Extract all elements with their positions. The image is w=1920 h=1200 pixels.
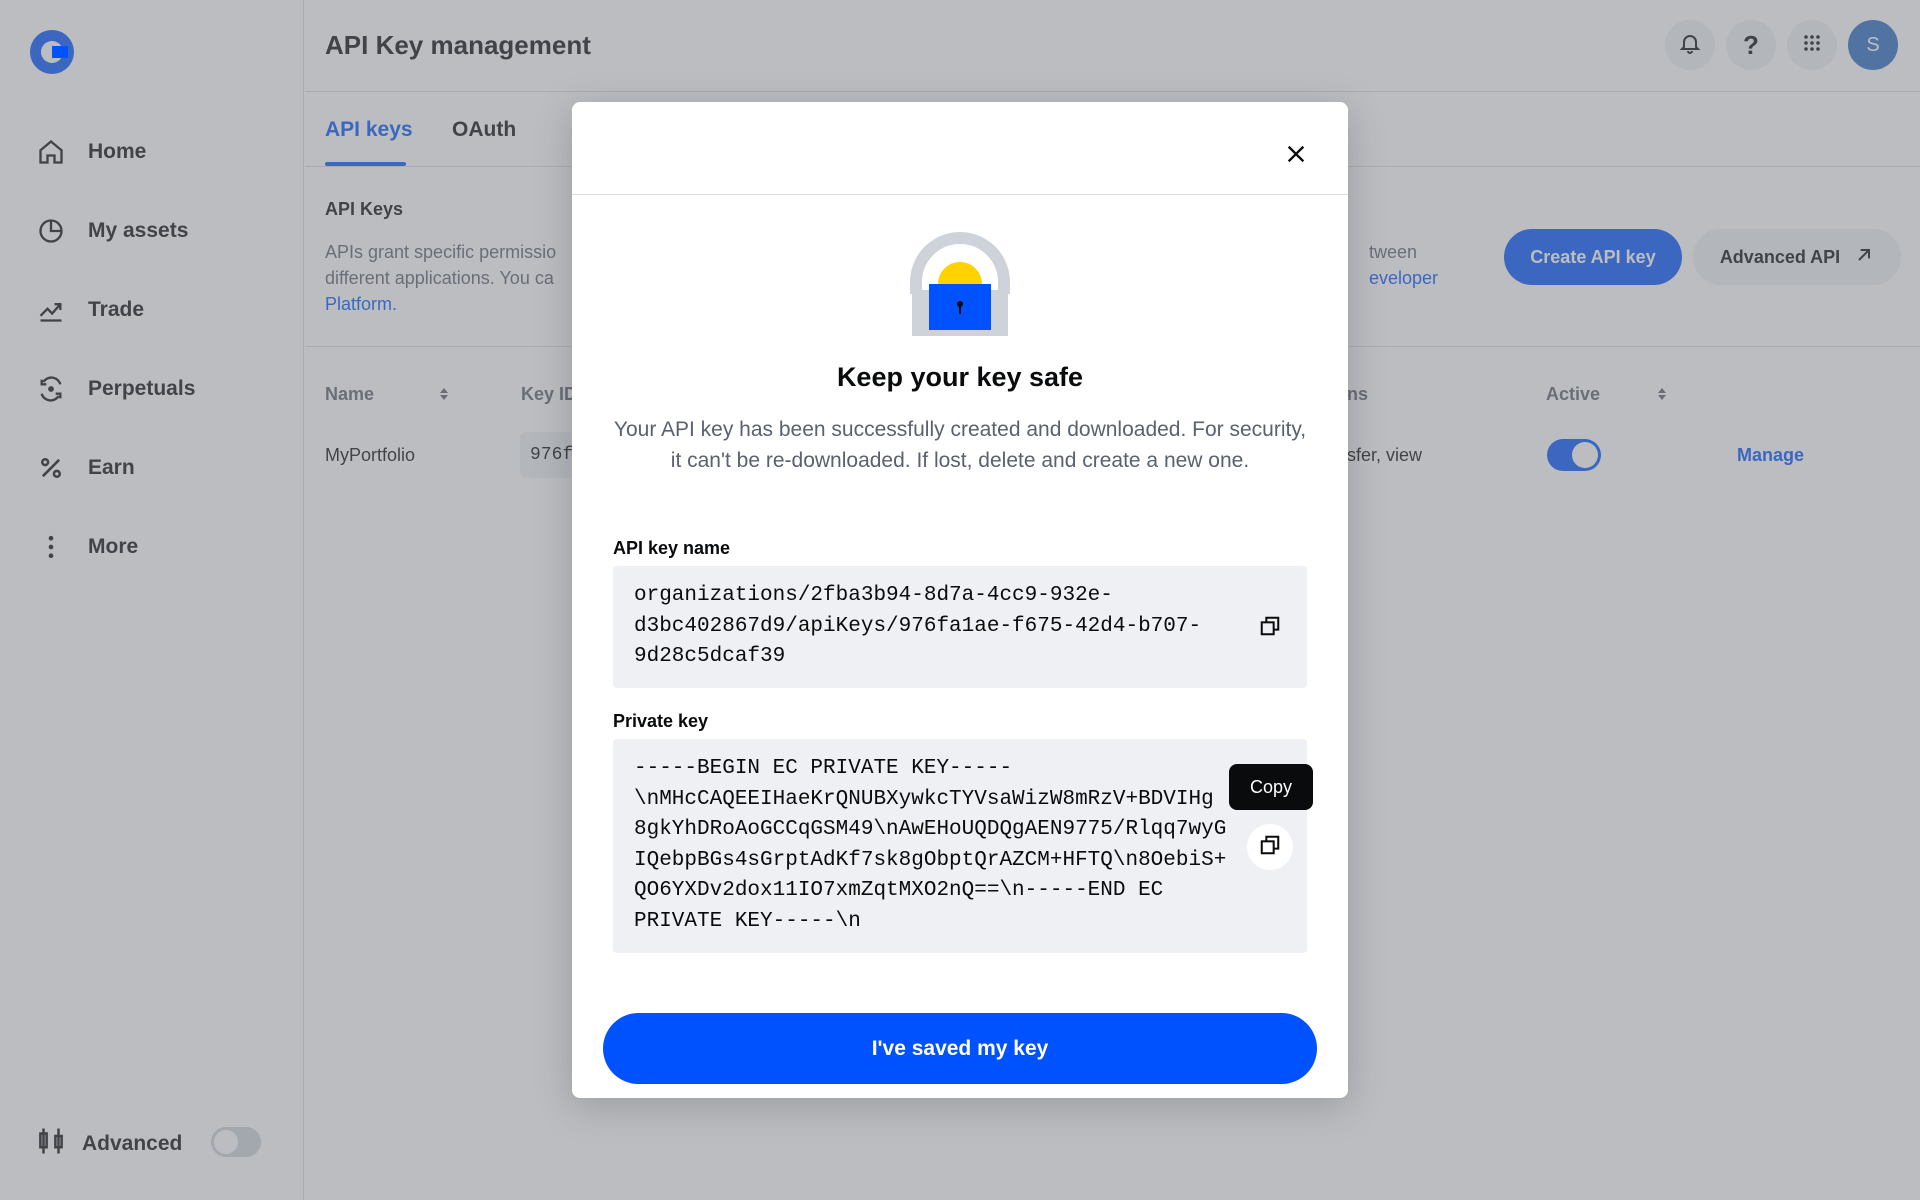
copy-tooltip: Copy bbox=[1229, 764, 1313, 810]
modal-divider bbox=[572, 194, 1348, 195]
api-key-name-label: API key name bbox=[613, 538, 731, 558]
api-key-name-value: organizations/2fba3b94-8d7a-4cc9-932e- d… bbox=[634, 584, 1202, 668]
keep-key-safe-dialog: Keep your key safe Your API key has been… bbox=[572, 102, 1348, 1098]
padlock-illustration-icon bbox=[908, 232, 1012, 338]
close-button[interactable] bbox=[1272, 132, 1320, 180]
private-key-field[interactable]: -----BEGIN EC PRIVATE KEY----- \nMHcCAQE… bbox=[613, 739, 1307, 953]
modal-description: Your API key has been successfully creat… bbox=[613, 418, 1307, 472]
saved-my-key-button[interactable]: I've saved my key bbox=[603, 1013, 1317, 1084]
copy-icon bbox=[1259, 834, 1281, 861]
private-key-label: Private key bbox=[613, 711, 709, 731]
copy-private-key-button[interactable] bbox=[1247, 824, 1293, 870]
modal-title: Keep your key safe bbox=[836, 362, 1084, 392]
close-icon bbox=[1285, 143, 1307, 170]
private-key-value: -----BEGIN EC PRIVATE KEY----- \nMHcCAQE… bbox=[634, 757, 1227, 933]
copy-api-key-name-button[interactable] bbox=[1247, 605, 1293, 651]
api-key-name-field[interactable]: organizations/2fba3b94-8d7a-4cc9-932e- d… bbox=[613, 566, 1307, 688]
copy-icon bbox=[1259, 615, 1281, 642]
